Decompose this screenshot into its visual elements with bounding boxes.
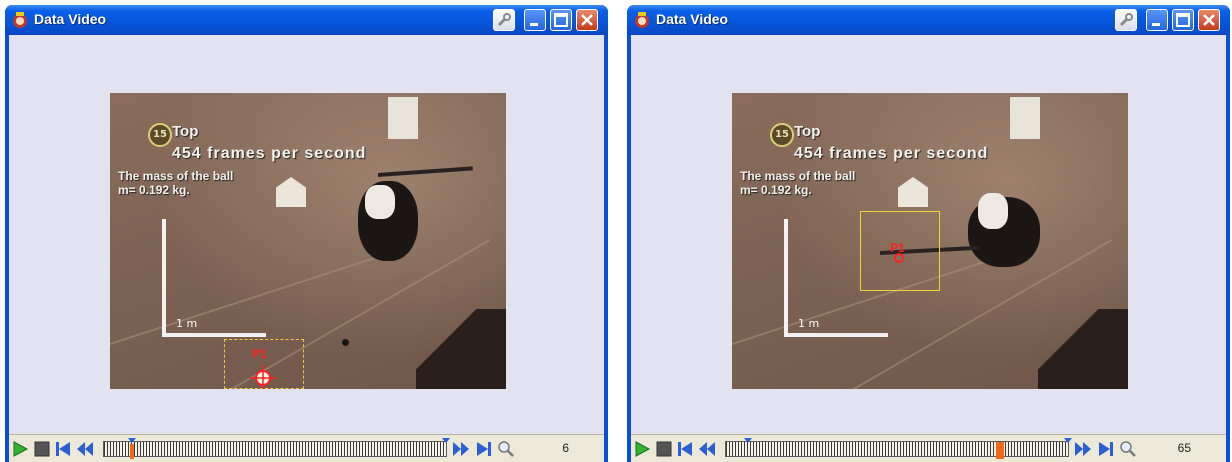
maximize-button[interactable] [1172, 9, 1194, 31]
playback-controls: 65 [631, 434, 1226, 462]
window-title: Data Video [656, 11, 729, 27]
ball [342, 339, 349, 346]
scale-label: 1 m [176, 317, 198, 330]
start-marker[interactable] [743, 438, 753, 446]
step-back-icon[interactable] [75, 440, 95, 458]
home-plate [276, 177, 306, 207]
top-label: Top [794, 123, 821, 140]
timeline-playhead[interactable] [127, 438, 137, 460]
batter [978, 193, 1008, 229]
data-video-app-icon [635, 12, 649, 28]
skip-to-end-icon[interactable] [475, 440, 493, 458]
video-frame[interactable]: 15 Top 454 frames per second The mass of… [732, 93, 1128, 389]
top-badge: 15 [770, 123, 794, 147]
playback-controls: 6 [9, 434, 604, 462]
window-title: Data Video [34, 11, 107, 27]
data-video-app-icon [13, 12, 27, 28]
end-marker[interactable] [1063, 438, 1073, 446]
top-label: Top [172, 123, 199, 140]
skip-to-end-icon[interactable] [1097, 440, 1115, 458]
crosshair-marker[interactable] [248, 363, 278, 389]
home-plate [898, 177, 928, 207]
timeline-slider[interactable] [103, 441, 447, 457]
point-label: P1 [252, 347, 267, 361]
step-forward-icon[interactable] [1073, 440, 1093, 458]
close-button[interactable] [576, 9, 598, 31]
bat [377, 166, 473, 177]
stop-icon[interactable] [655, 440, 673, 458]
scale-bar-horizontal[interactable] [784, 333, 888, 337]
timeline-slider[interactable] [725, 441, 1069, 457]
batter [365, 185, 395, 219]
skip-to-start-icon[interactable] [54, 440, 72, 458]
settings-button[interactable] [493, 9, 515, 31]
frame-number: 65 [1177, 441, 1191, 455]
play-icon[interactable] [11, 440, 29, 458]
chalk-line [110, 250, 396, 345]
timeline-playhead[interactable] [995, 438, 1005, 460]
fps-label: 454 frames per second [172, 145, 367, 162]
fps-label: 454 frames per second [794, 145, 989, 162]
top-badge: 15 [148, 123, 172, 147]
end-marker[interactable] [441, 438, 451, 446]
step-back-icon[interactable] [697, 440, 717, 458]
maximize-icon [1176, 13, 1190, 27]
data-video-window-right: Data Video 15 Top 454 frames per second … [627, 5, 1230, 462]
scale-bar-horizontal[interactable] [162, 333, 266, 337]
zoom-icon[interactable] [497, 440, 515, 458]
minimize-button[interactable] [524, 9, 546, 31]
frame-number: 6 [562, 441, 569, 455]
equipment-bag [1010, 97, 1040, 139]
settings-button[interactable] [1115, 9, 1137, 31]
minimize-icon [530, 23, 538, 26]
shadow-region [416, 309, 506, 389]
video-frame[interactable]: 15 Top 454 frames per second The mass of… [110, 93, 506, 389]
maximize-icon [554, 13, 568, 27]
minimize-icon [1152, 23, 1160, 26]
play-icon[interactable] [633, 440, 651, 458]
scale-label: 1 m [798, 317, 820, 330]
zoom-icon[interactable] [1119, 440, 1137, 458]
stop-icon[interactable] [33, 440, 51, 458]
shadow-region [1038, 309, 1128, 389]
wrench-icon [497, 13, 511, 27]
title-bar[interactable]: Data Video [627, 5, 1230, 35]
minimize-button[interactable] [1146, 9, 1168, 31]
mass-line-1: The mass of the ball [118, 169, 234, 183]
client-area: 15 Top 454 frames per second The mass of… [9, 35, 604, 462]
point-marker[interactable] [892, 251, 906, 265]
skip-to-start-icon[interactable] [676, 440, 694, 458]
close-icon [1203, 14, 1215, 26]
step-forward-icon[interactable] [451, 440, 471, 458]
wrench-icon [1119, 13, 1133, 27]
close-button[interactable] [1198, 9, 1220, 31]
title-bar[interactable]: Data Video [5, 5, 608, 35]
mass-line-2: m= 0.192 kg. [118, 183, 190, 197]
close-icon [581, 14, 593, 26]
data-video-window-left: Data Video 15 Top 454 frames per second … [5, 5, 608, 462]
mass-line-1: The mass of the ball [740, 169, 856, 183]
client-area: 15 Top 454 frames per second The mass of… [631, 35, 1226, 462]
maximize-button[interactable] [550, 9, 572, 31]
scale-bar-vertical[interactable] [784, 219, 788, 337]
scale-bar-vertical[interactable] [162, 219, 166, 337]
mass-line-2: m= 0.192 kg. [740, 183, 812, 197]
equipment-bag [388, 97, 418, 139]
